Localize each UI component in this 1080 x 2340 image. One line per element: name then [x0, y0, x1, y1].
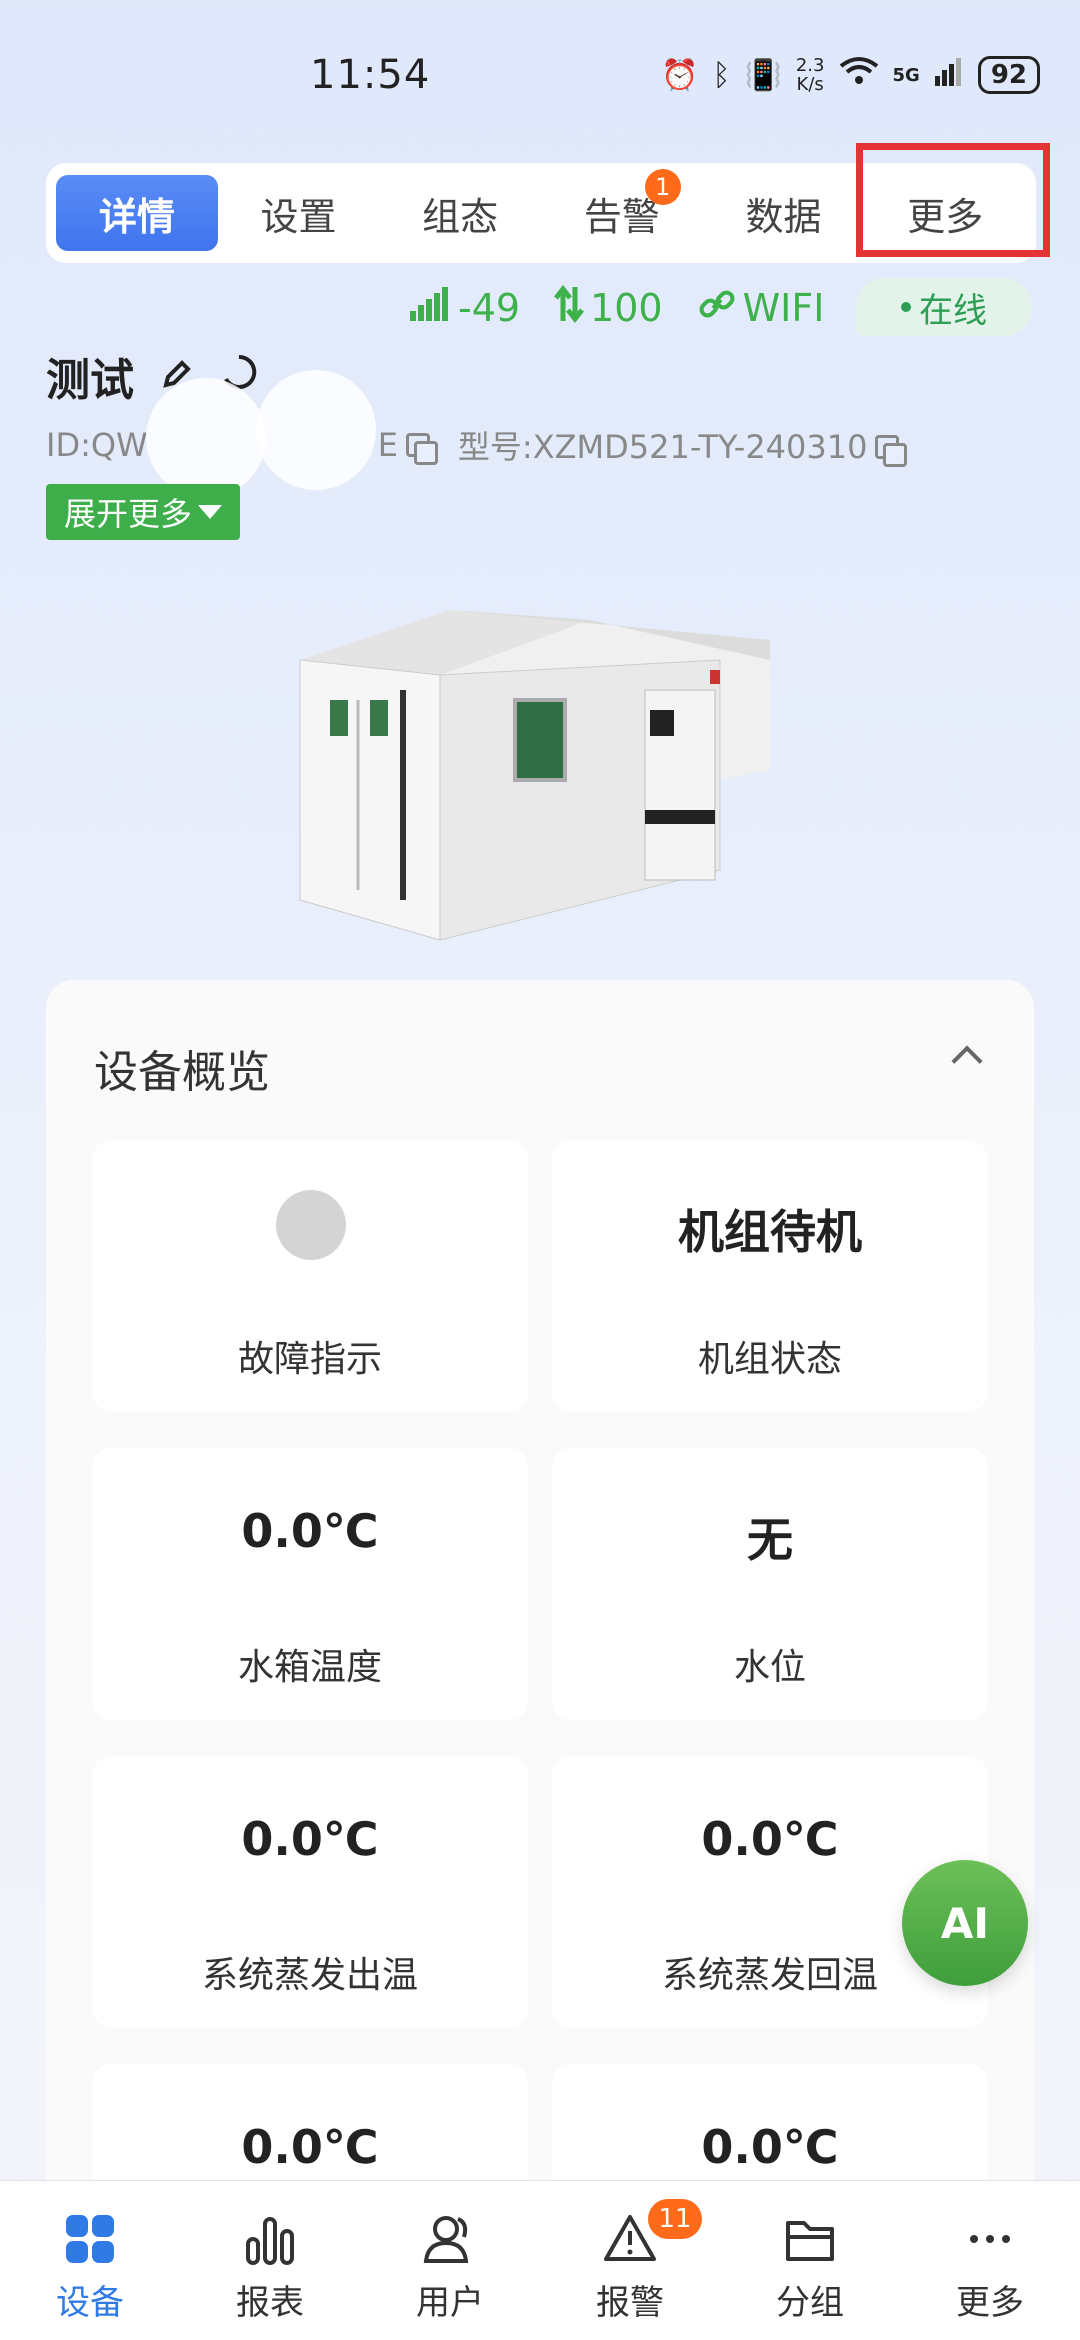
battery-indicator: 92 — [977, 56, 1040, 94]
tab-alarms[interactable]: 告警 1 — [541, 169, 703, 251]
tab-label: 组态 — [422, 194, 499, 239]
nav-more[interactable]: 更多 — [900, 2181, 1080, 2340]
tile-value: 0.0℃ — [701, 1812, 839, 1866]
tile-label: 水箱温度 — [237, 1647, 382, 1688]
nav-reports[interactable]: 报表 — [180, 2181, 360, 2340]
rssi-value: -49 — [458, 286, 521, 330]
tab-label: 设置 — [260, 194, 337, 239]
nav-label: 设备 — [56, 2283, 124, 2323]
connection-type: WIFI — [697, 284, 825, 333]
nav-alarms[interactable]: 报警 11 — [540, 2181, 720, 2340]
copy-icon[interactable] — [405, 433, 438, 465]
tile-value: 机组待机 — [678, 1205, 862, 1259]
status-icons: ⏰ ᛒ 📳 2.3 K/s 5G 92 — [661, 56, 1040, 94]
status-time: 11:54 — [310, 52, 431, 98]
tile-value: 0.0℃ — [241, 1812, 379, 1866]
bluetooth-icon: ᛒ — [712, 57, 731, 93]
link-icon — [697, 284, 737, 333]
tab-data[interactable]: 数据 — [703, 175, 865, 251]
tile-label: 水位 — [733, 1647, 806, 1688]
device-id-prefix: ID:QW — [46, 426, 148, 464]
tab-configuration[interactable]: 组态 — [379, 175, 541, 251]
nav-label: 更多 — [956, 2283, 1024, 2323]
fault-indicator-icon — [276, 1190, 346, 1260]
alarm-count-badge: 11 — [648, 2199, 702, 2239]
tile-label: 机组状态 — [697, 1339, 842, 1380]
signal-strength: -49 — [408, 286, 520, 330]
status-bar: 11:54 ⏰ ᛒ 📳 2.3 K/s 5G 92 — [0, 0, 1080, 150]
tab-label: 数据 — [745, 194, 822, 239]
more-dots-icon — [970, 2235, 1010, 2243]
online-status-badge: 在线 — [856, 278, 1032, 336]
tile-value: 无 — [747, 1513, 793, 1567]
tab-settings[interactable]: 设置 — [218, 175, 380, 251]
expand-more-button[interactable]: 展开更多 — [46, 484, 241, 540]
overview-tile: 机组待机 机组状态 — [552, 1140, 988, 1412]
online-dot-icon — [901, 302, 911, 312]
tile-value: 0.0℃ — [241, 1504, 379, 1558]
overview-tile: 0.0℃ 系统蒸发出温 — [92, 1756, 528, 2028]
online-label: 在线 — [919, 290, 987, 331]
tile-label: 故障指示 — [237, 1339, 382, 1380]
signal-quality: 100 — [554, 284, 663, 332]
up-down-arrows-icon — [554, 284, 585, 332]
highlight-box — [856, 143, 1050, 257]
ai-assistant-button[interactable]: AI — [902, 1860, 1028, 1986]
net-speed-unit: K/s — [796, 74, 824, 95]
nav-label: 分组 — [776, 2283, 844, 2323]
vibrate-icon: 📳 — [744, 57, 782, 93]
privacy-blur — [146, 378, 266, 498]
net-speed-value: 2.3 — [795, 55, 825, 76]
device-id-suffix: E — [377, 426, 398, 464]
folder-icon — [786, 2221, 834, 2261]
expand-more-label: 展开更多 — [64, 495, 193, 533]
tab-label: 详情 — [98, 194, 175, 239]
users-icon — [423, 2216, 469, 2263]
tile-label: 系统蒸发出温 — [201, 1955, 418, 1996]
connection-label: WIFI — [742, 286, 825, 330]
device-model-text: 型号:XZMD521-TY-240310 — [457, 428, 868, 466]
device-model: 型号:XZMD521-TY-240310 — [457, 422, 908, 468]
bar-chart-icon — [246, 2217, 294, 2265]
net-speed: 2.3 K/s — [796, 56, 825, 94]
signal-bars-icon — [408, 286, 452, 330]
nav-label: 报表 — [236, 2283, 304, 2323]
caret-down-icon — [198, 505, 223, 519]
grid-icon — [66, 2215, 114, 2263]
cell-signal-icon — [934, 56, 964, 94]
nav-devices[interactable]: 设备 — [0, 2181, 180, 2340]
tile-value: 0.0℃ — [241, 2120, 379, 2174]
device-name: 测试 — [46, 355, 134, 406]
overview-tile: 故障指示 — [92, 1140, 528, 1412]
nav-label: 报警 — [596, 2283, 664, 2323]
alarm-count-badge: 1 — [644, 169, 681, 205]
signal-row: -49 100 WIFI — [408, 280, 824, 336]
overview-title: 设备概览 — [94, 1047, 270, 1098]
copy-icon[interactable] — [875, 435, 908, 467]
alarm-clock-icon: ⏰ — [661, 57, 699, 93]
tile-value: 0.0℃ — [701, 2120, 839, 2174]
device-image — [299, 610, 770, 941]
nav-users[interactable]: 用户 — [360, 2181, 540, 2340]
tab-details[interactable]: 详情 — [56, 175, 218, 251]
network-type: 5G — [892, 64, 920, 86]
wifi-icon — [839, 56, 879, 94]
nav-groups[interactable]: 分组 — [720, 2181, 900, 2340]
quality-value: 100 — [590, 286, 663, 330]
bottom-nav: 设备 报表 用户 报警 11 分组 更多 — [0, 2180, 1080, 2340]
overview-tile: 0.0℃ 水箱温度 — [92, 1448, 528, 1720]
nav-label: 用户 — [416, 2283, 484, 2323]
privacy-blur — [256, 370, 376, 490]
overview-tile: 无 水位 — [552, 1448, 988, 1720]
